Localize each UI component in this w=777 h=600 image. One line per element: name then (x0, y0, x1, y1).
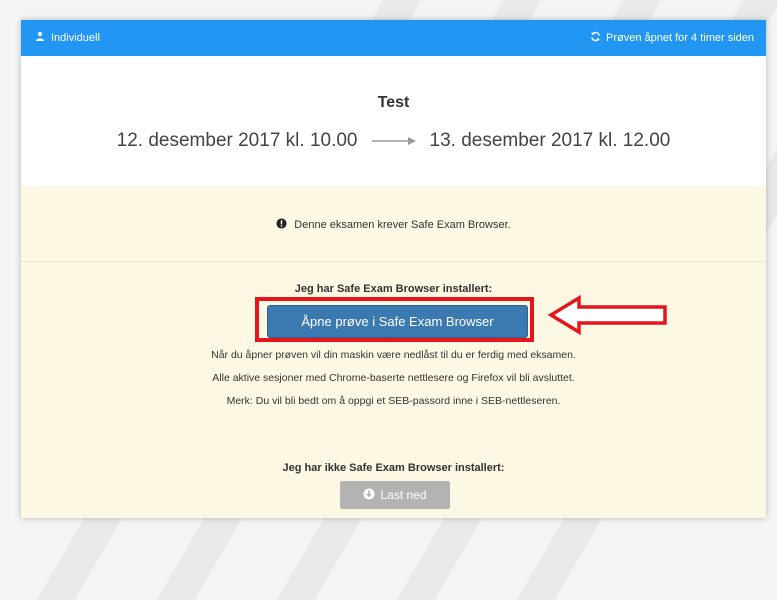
exam-status-label: Prøven åpnet for 4 timer siden (606, 32, 754, 44)
installed-heading: Jeg har Safe Exam Browser installert: (294, 283, 493, 295)
long-arrow-right-icon (371, 130, 416, 152)
info-line: Når du åpner prøven vil din maskin være … (211, 349, 576, 361)
exam-header-bar: Individuell Prøven åpnet for 4 timer sid… (21, 20, 766, 56)
red-arrow-icon (547, 294, 671, 340)
not-installed-heading: Jeg har ikke Safe Exam Browser installer… (282, 462, 505, 474)
notice-text: Denne eksamen krever Safe Exam Browser. (294, 219, 511, 231)
exam-period: 12. desember 2017 kl. 10.00 13. desember… (21, 130, 766, 152)
exam-mode: Individuell (35, 31, 100, 44)
download-circle-icon (363, 488, 375, 503)
exam-start-date: 12. desember 2017 kl. 10.00 (116, 130, 358, 151)
exam-status: Prøven åpnet for 4 timer siden (590, 31, 754, 45)
exam-title: Test (377, 94, 410, 111)
download-seb-button[interactable]: Last ned (340, 481, 450, 509)
info-line: Alle aktive sesjoner med Chrome-baserte … (212, 372, 575, 384)
info-line: Merk: Du vil bli bedt om å oppgi et SEB-… (226, 395, 561, 407)
info-circle-icon (276, 218, 287, 232)
download-button-label: Last ned (380, 488, 427, 502)
seb-launch-section: Jeg har Safe Exam Browser installert: Åp… (21, 262, 766, 518)
open-in-seb-button[interactable]: Åpne prøve i Safe Exam Browser (267, 305, 528, 338)
exam-mode-label: Individuell (51, 31, 100, 44)
user-icon (35, 31, 45, 44)
notice-row: Denne eksamen krever Safe Exam Browser. (21, 218, 766, 232)
exam-end-date: 13. desember 2017 kl. 12.00 (429, 130, 671, 151)
seb-required-notice: Denne eksamen krever Safe Exam Browser. (21, 186, 766, 262)
exam-card: Individuell Prøven åpnet for 4 timer sid… (21, 20, 766, 518)
refresh-icon (590, 31, 601, 45)
